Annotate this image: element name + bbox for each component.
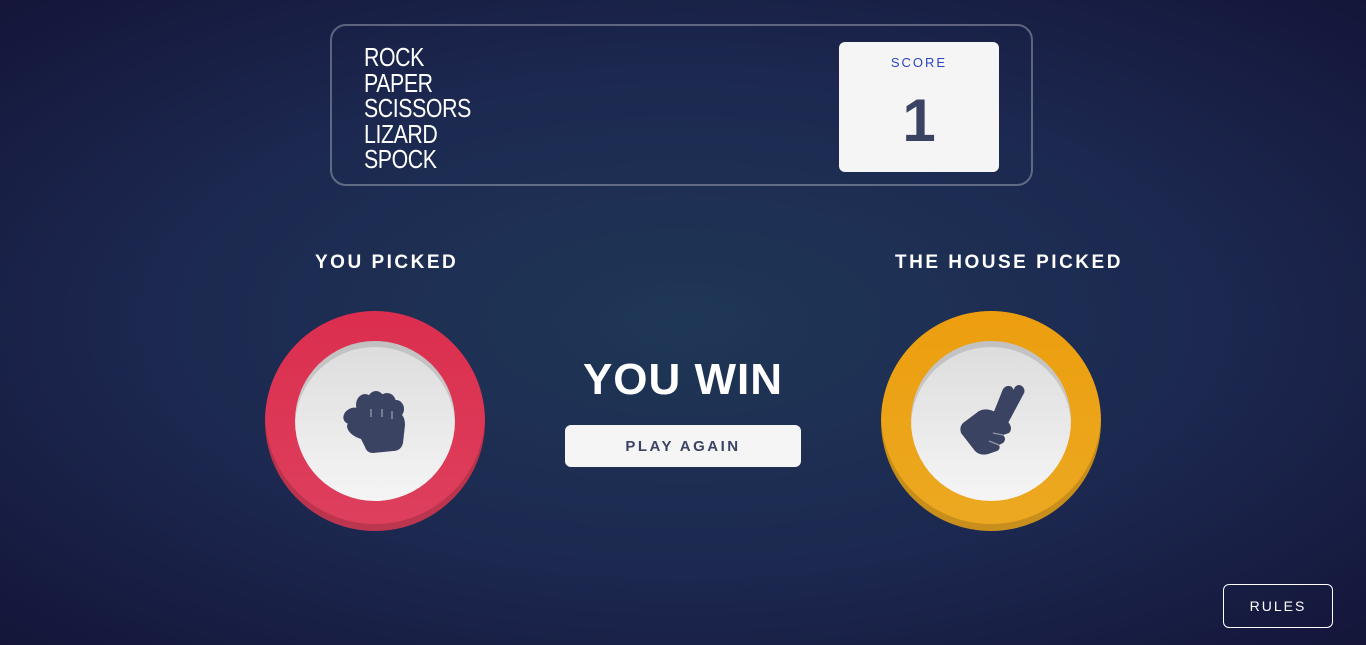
score-box: SCORE 1	[839, 42, 999, 172]
you-picked-label: YOU PICKED	[315, 252, 459, 273]
scoreboard-header: ROCK PAPER SCISSORS LIZARD SPOCK SCORE 1	[330, 24, 1033, 186]
game-title: ROCK PAPER SCISSORS LIZARD SPOCK	[364, 42, 471, 174]
rock-fist-icon	[343, 391, 405, 453]
house-pick-token	[881, 311, 1101, 531]
title-line-rock: ROCK	[364, 42, 424, 72]
scissors-hand-icon	[960, 385, 1025, 455]
result-panel: YOU WIN	[565, 350, 801, 410]
house-pick-inner	[911, 341, 1071, 501]
house-picked-label: THE HOUSE PICKED	[895, 252, 1123, 273]
score-label: SCORE	[890, 55, 948, 70]
score-value: 1	[902, 87, 936, 154]
play-again-button[interactable]: PLAY AGAIN	[565, 425, 801, 467]
title-line-spock: SPOCK	[364, 144, 437, 174]
title-line-scissors: SCISSORS	[364, 93, 471, 123]
result-text: YOU WIN	[582, 355, 784, 404]
player-pick-inner	[295, 341, 455, 501]
player-pick-token	[265, 311, 485, 531]
rules-button[interactable]: RULES	[1223, 584, 1333, 628]
